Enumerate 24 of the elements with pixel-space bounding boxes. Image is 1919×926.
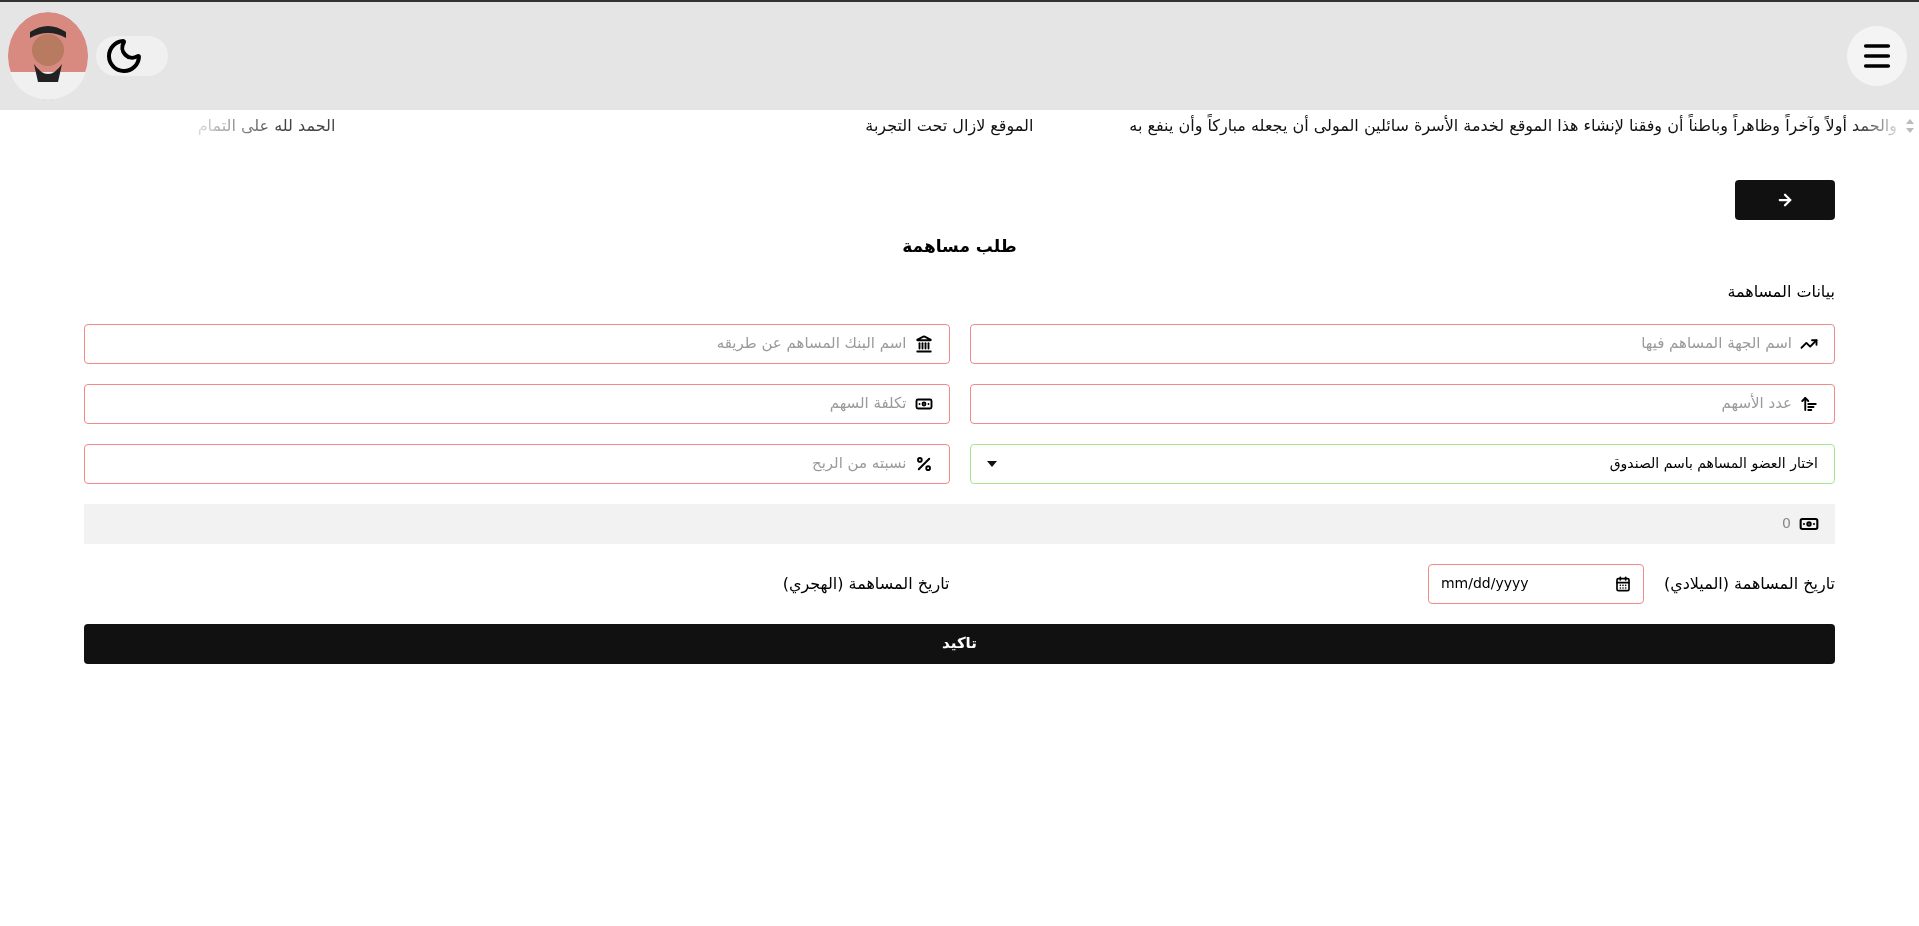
section-label: بيانات المساهمة	[1727, 281, 1835, 301]
hijri-date-label: تاريخ المساهمة (الهجري)	[782, 572, 950, 596]
input-field[interactable]: اسم الجهة المساهم فيها	[969, 323, 1835, 364]
sort-icon	[1800, 394, 1818, 413]
input-field[interactable]: تكلفة السهم	[84, 383, 950, 424]
calendar-icon	[1614, 575, 1631, 592]
date-field[interactable]: mm/dd/yyyy	[1427, 563, 1644, 604]
arrow-right-icon	[1776, 191, 1794, 209]
caret-icon	[986, 460, 997, 467]
moon-icon	[104, 36, 144, 76]
ticker-text: والحمد أولاً وآخراً وظاهراً وباطناً أن وفقنا لإنشاء هذا الموقع لخدمة الأسرة سائلين المولى أن يجعله مباركاً وأن ينفع به	[1129, 114, 1897, 138]
input-field[interactable]: نسبته من الربح	[84, 443, 950, 484]
form-title: طلب مساهمة	[902, 235, 1017, 258]
input-field[interactable]: عدد الأسهم	[969, 383, 1835, 424]
scroll-arrows-icon	[1905, 117, 1915, 135]
input-field[interactable]: اسم البنك المساهم عن طريقه	[84, 323, 950, 364]
bank-icon	[914, 334, 933, 353]
percent-icon	[914, 454, 933, 473]
theme-toggle[interactable]	[96, 36, 168, 76]
gregorian-date-label: تاريخ المساهمة (الميلادي)	[1663, 572, 1835, 596]
member-select[interactable]: اختار العضو المساهم باسم الصندوق	[969, 443, 1835, 484]
ticker-text: الموقع لازال تحت التجربة	[865, 115, 1034, 138]
confirm-button[interactable]: تاكيد	[84, 623, 1835, 664]
total-value: 0	[1782, 514, 1791, 533]
